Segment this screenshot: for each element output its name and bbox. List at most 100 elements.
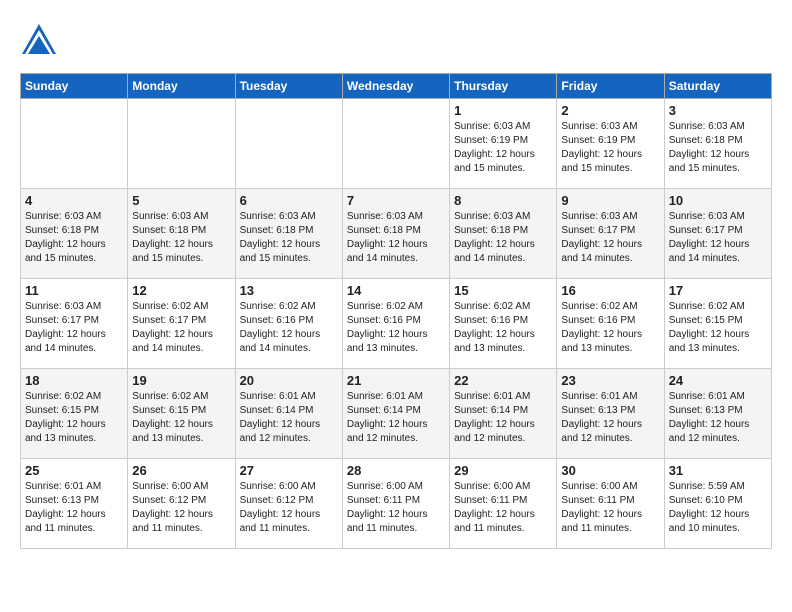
week-row-3: 11 Sunrise: 6:03 AM Sunset: 6:17 PM Dayli…: [21, 279, 772, 369]
calendar-cell: 26 Sunrise: 6:00 AM Sunset: 6:12 PM Dayli…: [128, 459, 235, 549]
day-info: Sunrise: 6:02 AM Sunset: 6:16 PM Dayligh…: [347, 300, 445, 356]
day-info: Sunrise: 6:03 AM Sunset: 6:18 PM Dayligh…: [347, 210, 445, 266]
weekday-header-friday: Friday: [557, 74, 664, 99]
day-number: 8: [454, 193, 552, 208]
week-row-5: 25Sunrise: 6:01 AM Sunset: 6:13 PM Dayli…: [21, 459, 772, 549]
day-number: 21: [347, 373, 445, 388]
day-info: Sunrise: 6:00 AM Sunset: 6:11 PM Dayligh…: [454, 480, 552, 536]
day-number: 3: [669, 103, 767, 118]
day-number: 13: [240, 283, 338, 298]
week-row-4: 18 Sunrise: 6:02 AM Sunset: 6:15 PM Dayli…: [21, 369, 772, 459]
day-number: 28: [347, 463, 445, 478]
week-row-2: 4Sunrise: 6:03 AM Sunset: 6:18 PM Daylig…: [21, 189, 772, 279]
calendar-cell: 9 Sunrise: 6:03 AM Sunset: 6:17 PM Daylig…: [557, 189, 664, 279]
day-info: Sunrise: 6:03 AM Sunset: 6:18 PM Dayligh…: [454, 210, 552, 266]
calendar-cell: 13Sunrise: 6:02 AM Sunset: 6:16 PM Dayli…: [235, 279, 342, 369]
calendar-cell: 5 Sunrise: 6:03 AM Sunset: 6:18 PM Daylig…: [128, 189, 235, 279]
day-info: Sunrise: 6:00 AM Sunset: 6:12 PM Dayligh…: [240, 480, 338, 536]
calendar-cell: 17 Sunrise: 6:02 AM Sunset: 6:15 PM Dayli…: [664, 279, 771, 369]
day-number: 5: [132, 193, 230, 208]
day-info: Sunrise: 6:03 AM Sunset: 6:17 PM Dayligh…: [561, 210, 659, 266]
calendar-cell: 16Sunrise: 6:02 AM Sunset: 6:16 PM Dayli…: [557, 279, 664, 369]
day-number: 12: [132, 283, 230, 298]
calendar-cell: 10 Sunrise: 6:03 AM Sunset: 6:17 PM Dayli…: [664, 189, 771, 279]
calendar-cell: 6 Sunrise: 6:03 AM Sunset: 6:18 PM Daylig…: [235, 189, 342, 279]
day-info: Sunrise: 6:03 AM Sunset: 6:17 PM Dayligh…: [669, 210, 767, 266]
day-info: Sunrise: 6:02 AM Sunset: 6:15 PM Dayligh…: [132, 390, 230, 446]
day-number: 17: [669, 283, 767, 298]
calendar-cell: 15Sunrise: 6:02 AM Sunset: 6:16 PM Dayli…: [450, 279, 557, 369]
weekday-header-thursday: Thursday: [450, 74, 557, 99]
calendar-cell: 3 Sunrise: 6:03 AM Sunset: 6:18 PM Daylig…: [664, 99, 771, 189]
calendar-table: SundayMondayTuesdayWednesdayThursdayFrid…: [20, 73, 772, 549]
calendar-cell: 22 Sunrise: 6:01 AM Sunset: 6:14 PM Dayli…: [450, 369, 557, 459]
calendar-cell: [128, 99, 235, 189]
calendar-cell: 1Sunrise: 6:03 AM Sunset: 6:19 PM Daylig…: [450, 99, 557, 189]
calendar-cell: 11 Sunrise: 6:03 AM Sunset: 6:17 PM Dayli…: [21, 279, 128, 369]
weekday-header-tuesday: Tuesday: [235, 74, 342, 99]
day-number: 7: [347, 193, 445, 208]
day-info: Sunrise: 6:02 AM Sunset: 6:17 PM Dayligh…: [132, 300, 230, 356]
day-number: 19: [132, 373, 230, 388]
day-number: 31: [669, 463, 767, 478]
day-info: Sunrise: 6:01 AM Sunset: 6:14 PM Dayligh…: [240, 390, 338, 446]
day-number: 11: [25, 283, 123, 298]
day-info: Sunrise: 6:01 AM Sunset: 6:14 PM Dayligh…: [454, 390, 552, 446]
day-info: Sunrise: 6:03 AM Sunset: 6:18 PM Dayligh…: [25, 210, 123, 266]
day-info: Sunrise: 6:03 AM Sunset: 6:17 PM Dayligh…: [25, 300, 123, 356]
day-info: Sunrise: 6:02 AM Sunset: 6:15 PM Dayligh…: [25, 390, 123, 446]
day-number: 24: [669, 373, 767, 388]
day-number: 1: [454, 103, 552, 118]
day-info: Sunrise: 6:00 AM Sunset: 6:12 PM Dayligh…: [132, 480, 230, 536]
calendar-cell: 21 Sunrise: 6:01 AM Sunset: 6:14 PM Dayli…: [342, 369, 449, 459]
day-info: Sunrise: 6:03 AM Sunset: 6:18 PM Dayligh…: [669, 120, 767, 176]
day-number: 14: [347, 283, 445, 298]
day-info: Sunrise: 6:00 AM Sunset: 6:11 PM Dayligh…: [561, 480, 659, 536]
weekday-header-row: SundayMondayTuesdayWednesdayThursdayFrid…: [21, 74, 772, 99]
weekday-header-sunday: Sunday: [21, 74, 128, 99]
day-info: Sunrise: 6:03 AM Sunset: 6:18 PM Dayligh…: [240, 210, 338, 266]
page-header: [20, 20, 772, 63]
day-number: 20: [240, 373, 338, 388]
day-number: 29: [454, 463, 552, 478]
calendar-cell: 2Sunrise: 6:03 AM Sunset: 6:19 PM Daylig…: [557, 99, 664, 189]
day-info: Sunrise: 6:00 AM Sunset: 6:11 PM Dayligh…: [347, 480, 445, 536]
day-number: 10: [669, 193, 767, 208]
calendar-cell: 20 Sunrise: 6:01 AM Sunset: 6:14 PM Dayli…: [235, 369, 342, 459]
day-info: Sunrise: 6:03 AM Sunset: 6:18 PM Dayligh…: [132, 210, 230, 266]
day-number: 18: [25, 373, 123, 388]
weekday-header-wednesday: Wednesday: [342, 74, 449, 99]
calendar-cell: 30 Sunrise: 6:00 AM Sunset: 6:11 PM Dayli…: [557, 459, 664, 549]
logo-icon: [20, 20, 58, 63]
day-info: Sunrise: 6:02 AM Sunset: 6:15 PM Dayligh…: [669, 300, 767, 356]
day-number: 22: [454, 373, 552, 388]
calendar-cell: 25Sunrise: 6:01 AM Sunset: 6:13 PM Dayli…: [21, 459, 128, 549]
calendar-cell: 14 Sunrise: 6:02 AM Sunset: 6:16 PM Dayli…: [342, 279, 449, 369]
calendar-cell: 18 Sunrise: 6:02 AM Sunset: 6:15 PM Dayli…: [21, 369, 128, 459]
calendar-cell: 19 Sunrise: 6:02 AM Sunset: 6:15 PM Dayli…: [128, 369, 235, 459]
calendar-cell: [235, 99, 342, 189]
week-row-1: 1Sunrise: 6:03 AM Sunset: 6:19 PM Daylig…: [21, 99, 772, 189]
day-number: 16: [561, 283, 659, 298]
day-info: Sunrise: 6:01 AM Sunset: 6:14 PM Dayligh…: [347, 390, 445, 446]
calendar-cell: 29 Sunrise: 6:00 AM Sunset: 6:11 PM Dayli…: [450, 459, 557, 549]
calendar-cell: 31 Sunrise: 5:59 AM Sunset: 6:10 PM Dayli…: [664, 459, 771, 549]
day-number: 15: [454, 283, 552, 298]
calendar-cell: 28 Sunrise: 6:00 AM Sunset: 6:11 PM Dayli…: [342, 459, 449, 549]
logo: [20, 20, 62, 63]
calendar-cell: 23Sunrise: 6:01 AM Sunset: 6:13 PM Dayli…: [557, 369, 664, 459]
day-number: 23: [561, 373, 659, 388]
day-info: Sunrise: 6:01 AM Sunset: 6:13 PM Dayligh…: [25, 480, 123, 536]
day-number: 30: [561, 463, 659, 478]
day-number: 2: [561, 103, 659, 118]
calendar-cell: 12 Sunrise: 6:02 AM Sunset: 6:17 PM Dayli…: [128, 279, 235, 369]
calendar-cell: 27Sunrise: 6:00 AM Sunset: 6:12 PM Dayli…: [235, 459, 342, 549]
day-number: 9: [561, 193, 659, 208]
day-number: 26: [132, 463, 230, 478]
day-number: 6: [240, 193, 338, 208]
day-info: Sunrise: 5:59 AM Sunset: 6:10 PM Dayligh…: [669, 480, 767, 536]
calendar-cell: 7 Sunrise: 6:03 AM Sunset: 6:18 PM Daylig…: [342, 189, 449, 279]
calendar-cell: [342, 99, 449, 189]
calendar-cell: 24 Sunrise: 6:01 AM Sunset: 6:13 PM Dayli…: [664, 369, 771, 459]
day-info: Sunrise: 6:01 AM Sunset: 6:13 PM Dayligh…: [669, 390, 767, 446]
